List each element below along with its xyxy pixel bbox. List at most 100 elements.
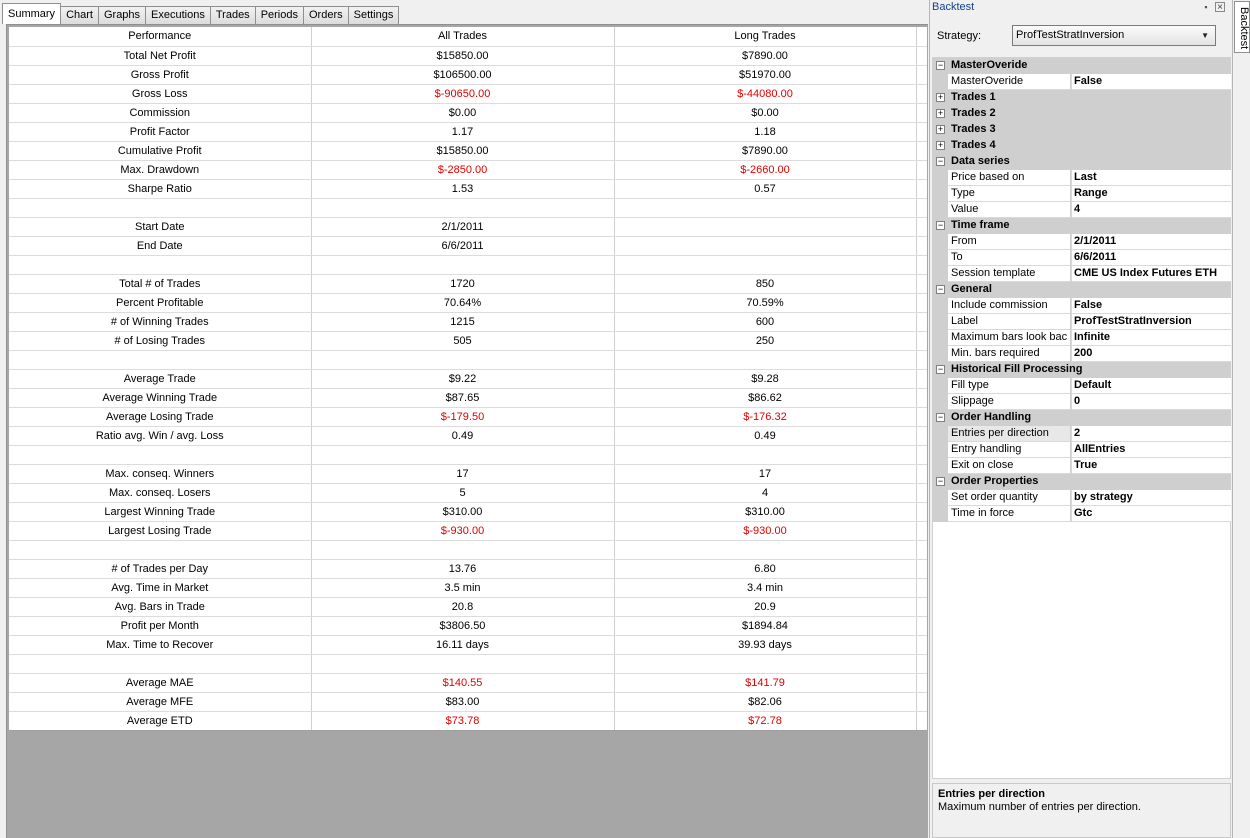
close-icon[interactable]: ×: [1215, 2, 1225, 13]
tab-backtest[interactable]: Backtest: [1234, 1, 1250, 53]
tab-chart[interactable]: Chart: [61, 6, 98, 24]
tab-orders[interactable]: Orders: [302, 6, 348, 24]
metric-value: [614, 654, 917, 674]
property-category[interactable]: + Trades 2: [933, 106, 1231, 122]
property-row[interactable]: Set order quantity by strategy: [933, 490, 1231, 506]
property-value[interactable]: 6/6/2011: [1071, 250, 1231, 266]
tab-summary[interactable]: Summary: [2, 3, 62, 24]
collapse-icon[interactable]: −: [936, 413, 945, 422]
property-name: Time in force: [948, 506, 1070, 522]
strategy-dropdown[interactable]: ProfTestStratInversion ▼: [1012, 25, 1216, 46]
property-value[interactable]: False: [1071, 74, 1231, 90]
metric-value: $51970.00: [614, 65, 917, 85]
property-row[interactable]: Min. bars required 200: [933, 346, 1231, 362]
metric-value: [614, 236, 917, 256]
property-row[interactable]: Label ProfTestStratInversion: [933, 314, 1231, 330]
tab-trades[interactable]: Trades: [209, 6, 255, 24]
property-value[interactable]: 2/1/2011: [1071, 234, 1231, 250]
tab-graphs[interactable]: Graphs: [97, 6, 146, 24]
property-value[interactable]: True: [1071, 458, 1231, 474]
property-name: MasterOveride: [948, 74, 1070, 90]
property-category[interactable]: − Historical Fill Processing: [933, 362, 1231, 378]
table-row: Avg. Bars in Trade 20.8 20.9: [9, 597, 927, 617]
property-value[interactable]: 0: [1071, 394, 1231, 410]
collapse-icon[interactable]: −: [936, 285, 945, 294]
property-row[interactable]: Slippage 0: [933, 394, 1231, 410]
expand-icon[interactable]: +: [936, 125, 945, 134]
scroll-gutter: [916, 483, 927, 503]
property-row[interactable]: From 2/1/2011: [933, 234, 1231, 250]
scroll-gutter: [916, 654, 927, 674]
property-category[interactable]: − General: [933, 282, 1231, 298]
collapse-icon[interactable]: −: [936, 365, 945, 374]
property-category[interactable]: − Order Handling: [933, 410, 1231, 426]
expand-icon[interactable]: +: [936, 93, 945, 102]
property-value[interactable]: CME US Index Futures ETH: [1071, 266, 1231, 282]
property-name: From: [948, 234, 1070, 250]
column-header[interactable]: Performance: [9, 27, 312, 47]
tab-settings[interactable]: Settings: [347, 6, 400, 24]
scroll-gutter: [916, 540, 927, 560]
property-value[interactable]: 200: [1071, 346, 1231, 362]
property-row[interactable]: Maximum bars look bac Infinite: [933, 330, 1231, 346]
tab-periods[interactable]: Periods: [254, 6, 303, 24]
property-grid: − MasterOveride MasterOveride False + Trades …: [932, 57, 1231, 779]
property-row[interactable]: Exit on close True: [933, 458, 1231, 474]
metric-value: [311, 350, 615, 370]
table-row: Profit per Month $3806.50 $1894.84: [9, 616, 927, 636]
tab-executions[interactable]: Executions: [145, 6, 210, 24]
metric-value: 1.18: [614, 122, 917, 142]
column-header[interactable]: Long Trades: [614, 27, 917, 47]
pin-icon[interactable]: ▪: [1201, 2, 1211, 12]
metric-value: $9.28: [614, 369, 917, 389]
property-value[interactable]: Infinite: [1071, 330, 1231, 346]
metric-label: [9, 540, 312, 560]
property-value[interactable]: AllEntries: [1071, 442, 1231, 458]
collapse-icon[interactable]: −: [936, 221, 945, 230]
property-row[interactable]: Value 4: [933, 202, 1231, 218]
collapse-icon[interactable]: −: [936, 61, 945, 70]
property-value[interactable]: Default: [1071, 378, 1231, 394]
property-row[interactable]: Include commission False: [933, 298, 1231, 314]
metric-value: 3.5 min: [311, 578, 615, 598]
property-category[interactable]: + Trades 3: [933, 122, 1231, 138]
property-category[interactable]: − Time frame: [933, 218, 1231, 234]
property-value[interactable]: False: [1071, 298, 1231, 314]
property-value[interactable]: Gtc: [1071, 506, 1231, 522]
property-row[interactable]: Price based on Last: [933, 170, 1231, 186]
collapse-icon[interactable]: −: [936, 477, 945, 486]
property-row[interactable]: Entry handling AllEntries: [933, 442, 1231, 458]
collapse-icon[interactable]: −: [936, 157, 945, 166]
property-row[interactable]: Session template CME US Index Futures ETH: [933, 266, 1231, 282]
expand-icon[interactable]: +: [936, 109, 945, 118]
metric-value: 5: [311, 483, 615, 503]
metric-value: $-176.32: [614, 407, 917, 427]
property-category[interactable]: + Trades 1: [933, 90, 1231, 106]
property-value[interactable]: ProfTestStratInversion: [1071, 314, 1231, 330]
metric-label: Max. conseq. Winners: [9, 464, 312, 484]
property-row[interactable]: Fill type Default: [933, 378, 1231, 394]
scroll-gutter: [916, 84, 927, 104]
metric-value: $15850.00: [311, 141, 615, 161]
property-row[interactable]: Entries per direction 2: [933, 426, 1231, 442]
property-name: Maximum bars look bac: [948, 330, 1070, 346]
property-value[interactable]: Range: [1071, 186, 1231, 202]
metric-value: $-930.00: [311, 521, 615, 541]
property-row[interactable]: MasterOveride False: [933, 74, 1231, 90]
property-row[interactable]: To 6/6/2011: [933, 250, 1231, 266]
property-value[interactable]: 4: [1071, 202, 1231, 218]
property-category[interactable]: − Data series: [933, 154, 1231, 170]
metric-value: 4: [614, 483, 917, 503]
property-row[interactable]: Type Range: [933, 186, 1231, 202]
expand-icon[interactable]: +: [936, 141, 945, 150]
column-header[interactable]: All Trades: [311, 27, 615, 47]
property-category[interactable]: + Trades 4: [933, 138, 1231, 154]
property-value[interactable]: 2: [1071, 426, 1231, 442]
property-value[interactable]: by strategy: [1071, 490, 1231, 506]
property-row[interactable]: Time in force Gtc: [933, 506, 1231, 522]
property-category[interactable]: − MasterOveride: [933, 58, 1231, 74]
property-category[interactable]: − Order Properties: [933, 474, 1231, 490]
scroll-gutter: [916, 369, 927, 389]
metric-label: Total Net Profit: [9, 46, 312, 66]
property-value[interactable]: Last: [1071, 170, 1231, 186]
